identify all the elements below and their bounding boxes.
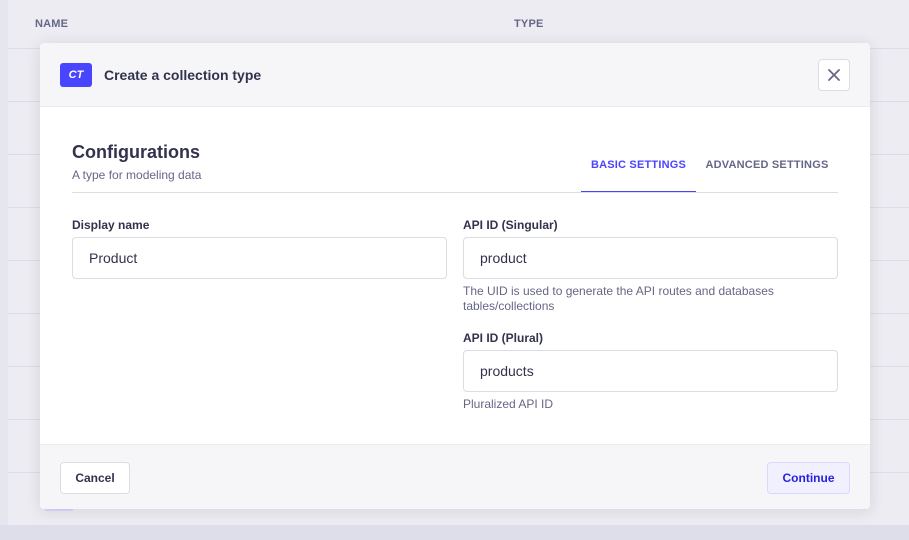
cancel-button[interactable]: Cancel — [60, 462, 130, 494]
close-icon — [827, 68, 841, 82]
column-header-name: NAME — [35, 18, 69, 30]
tab-advanced-settings[interactable]: ADVANCED SETTINGS — [696, 159, 838, 193]
section-subtitle: A type for modeling data — [72, 168, 202, 182]
modal-header: CT Create a collection type — [40, 43, 870, 107]
tabs-divider — [72, 192, 838, 193]
api-id-plural-input[interactable] — [463, 350, 838, 392]
tab-basic-settings[interactable]: BASIC SETTINGS — [581, 159, 696, 193]
section-title: Configurations — [72, 142, 200, 162]
table-header: NAME TYPE — [8, 0, 909, 48]
api-id-singular-hint: The UID is used to generate the API rout… — [463, 284, 774, 313]
api-id-singular-label: API ID (Singular) — [463, 218, 558, 232]
continue-button[interactable]: Continue — [767, 462, 850, 494]
api-id-singular-input[interactable] — [463, 237, 838, 279]
modal-title: Create a collection type — [104, 67, 262, 83]
display-name-label: Display name — [72, 218, 150, 232]
modal-footer: Cancel Continue — [40, 444, 870, 509]
collection-type-badge: CT — [60, 63, 92, 87]
api-id-plural-label: API ID (Plural) — [463, 331, 544, 345]
create-collection-type-modal: CT Create a collection type Configuratio… — [40, 43, 870, 509]
column-header-type: TYPE — [514, 18, 544, 30]
display-name-input[interactable] — [72, 237, 447, 279]
close-button[interactable] — [818, 59, 850, 91]
api-id-plural-hint: Pluralized API ID — [463, 397, 554, 411]
background-footer-strip — [0, 525, 909, 540]
